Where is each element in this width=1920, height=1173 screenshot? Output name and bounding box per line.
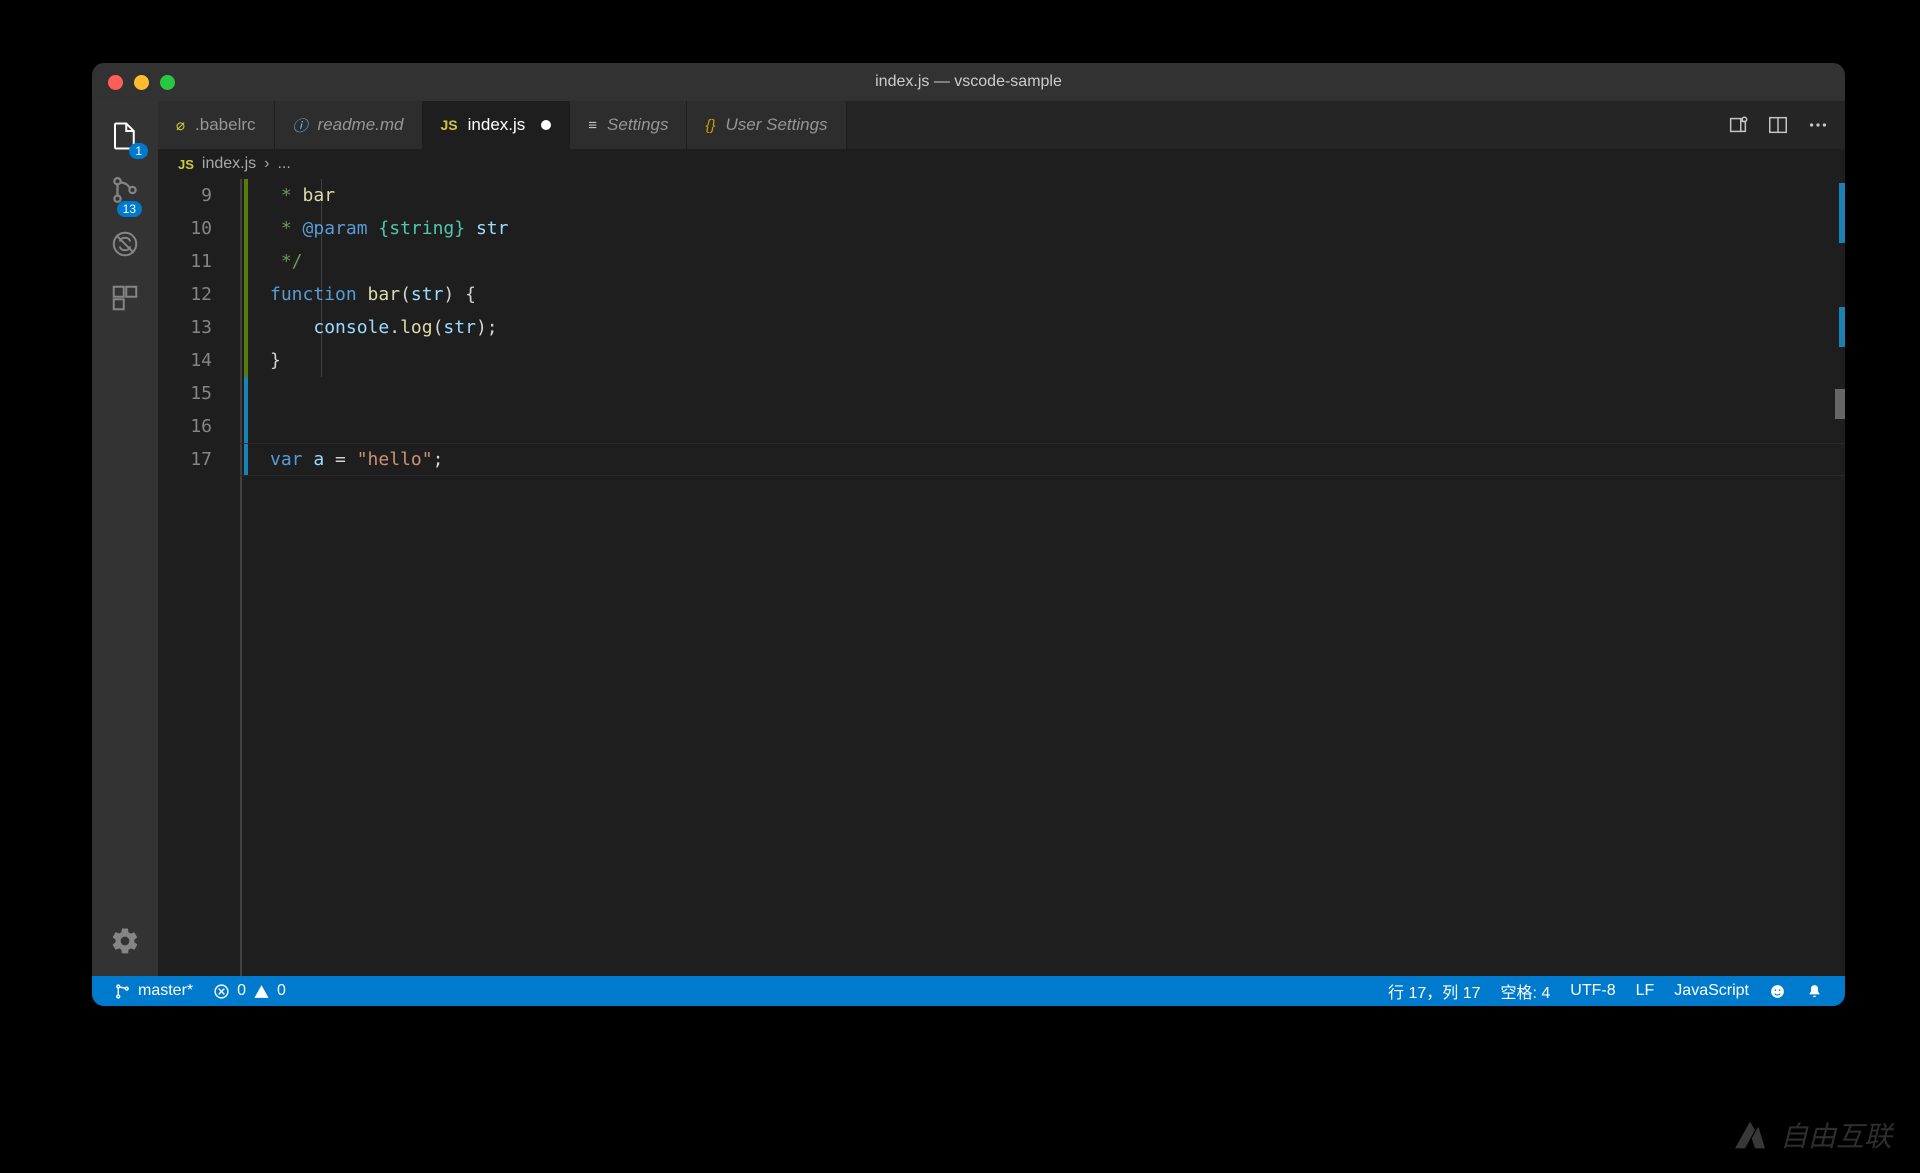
- tab--babelrc[interactable]: ⌀.babelrc: [158, 101, 275, 149]
- overview-ruler[interactable]: [1827, 179, 1845, 976]
- breadcrumb-rest: ...: [277, 155, 290, 173]
- code-line: * @param {string} str: [270, 212, 1845, 245]
- code-line: * bar: [270, 179, 1845, 212]
- compare-changes-icon[interactable]: [1727, 114, 1749, 136]
- traffic-lights: [108, 75, 175, 90]
- code-editor[interactable]: 91011121314151617 * bar * @param {string…: [158, 179, 1845, 976]
- git-gutter-modified: [244, 179, 248, 377]
- line-number: 17: [158, 443, 212, 476]
- line-number: 12: [158, 278, 212, 311]
- tab-label: readme.md: [318, 115, 404, 135]
- title-bar: index.js — vscode-sample: [92, 63, 1845, 101]
- tab-readme-md[interactable]: ⓘreadme.md: [275, 101, 423, 149]
- status-spaces[interactable]: 空格: 4: [1491, 979, 1561, 1003]
- activity-explorer-icon[interactable]: 1: [106, 117, 144, 155]
- watermark: 自由互联: [1730, 1115, 1892, 1155]
- activity-bar: 1 13: [92, 101, 158, 976]
- activity-settings-icon[interactable]: [106, 922, 144, 960]
- split-editor-icon[interactable]: [1767, 114, 1789, 136]
- activity-debug-disabled-icon[interactable]: [106, 225, 144, 263]
- tab-label: Settings: [607, 115, 668, 135]
- tab-bar: ⌀.babelrcⓘreadme.mdJSindex.js≡Settings{}…: [158, 101, 1845, 149]
- close-window-button[interactable]: [108, 75, 123, 90]
- status-encoding[interactable]: UTF-8: [1560, 982, 1625, 1000]
- status-linecol[interactable]: 行 17，列 17: [1378, 979, 1491, 1003]
- line-gutter: 91011121314151617: [158, 179, 240, 976]
- activity-extensions-icon[interactable]: [106, 279, 144, 317]
- code-line: }: [270, 344, 1845, 377]
- body: 1 13 ⌀.babelrcⓘreadme.mdJSindex.js≡Setti…: [92, 101, 1845, 976]
- line-number: 10: [158, 212, 212, 245]
- breadcrumb-sep: ›: [264, 155, 269, 173]
- tab-label: index.js: [468, 115, 526, 135]
- vscode-window: index.js — vscode-sample 1 13: [92, 63, 1845, 1006]
- line-number: 9: [158, 179, 212, 212]
- code-line: [270, 377, 1845, 410]
- breadcrumb-file: index.js: [202, 155, 256, 173]
- minimize-window-button[interactable]: [134, 75, 149, 90]
- code-line: console.log(str);: [270, 311, 1845, 344]
- scm-badge: 13: [117, 201, 142, 217]
- status-eol[interactable]: LF: [1626, 982, 1665, 1000]
- zoom-window-button[interactable]: [160, 75, 175, 90]
- breadcrumb[interactable]: JS index.js › ...: [158, 149, 1845, 179]
- line-number: 11: [158, 245, 212, 278]
- tab-index-js[interactable]: JSindex.js: [423, 101, 571, 149]
- code-line: */: [270, 245, 1845, 278]
- js-file-icon: JS: [178, 157, 194, 172]
- status-language[interactable]: JavaScript: [1664, 982, 1759, 1000]
- tab-label: User Settings: [726, 115, 828, 135]
- code-line: [270, 410, 1845, 443]
- line-number: 16: [158, 410, 212, 443]
- line-number: 13: [158, 311, 212, 344]
- overview-marker: [1835, 389, 1845, 419]
- code-line: function bar(str) {: [270, 278, 1845, 311]
- more-actions-icon[interactable]: [1807, 114, 1829, 136]
- line-number: 15: [158, 377, 212, 410]
- window-title: index.js — vscode-sample: [92, 73, 1845, 91]
- indent-guide-0: [240, 179, 242, 976]
- status-bell-icon[interactable]: [1796, 983, 1833, 1000]
- status-bar: master* 0 0 行 17，列 17 空格: 4 UTF-8 LF Jav…: [92, 976, 1845, 1006]
- tab-settings[interactable]: ≡Settings: [570, 101, 687, 149]
- overview-marker: [1839, 183, 1845, 243]
- editor-toolbar: [1711, 101, 1845, 149]
- explorer-badge: 1: [129, 143, 148, 159]
- overview-marker: [1839, 307, 1845, 347]
- tab-label: .babelrc: [195, 115, 255, 135]
- code-content: * bar * @param {string} str */function b…: [270, 179, 1845, 476]
- tab-user-settings[interactable]: {}User Settings: [687, 101, 846, 149]
- main-area: ⌀.babelrcⓘreadme.mdJSindex.js≡Settings{}…: [158, 101, 1845, 976]
- status-feedback-icon[interactable]: [1759, 983, 1796, 1000]
- watermark-icon: [1730, 1115, 1770, 1155]
- code-line: var a = "hello";: [270, 443, 1845, 476]
- line-number: 14: [158, 344, 212, 377]
- status-branch[interactable]: master*: [104, 982, 203, 1000]
- activity-scm-icon[interactable]: 13: [106, 171, 144, 209]
- status-problems[interactable]: 0 0: [203, 982, 296, 1000]
